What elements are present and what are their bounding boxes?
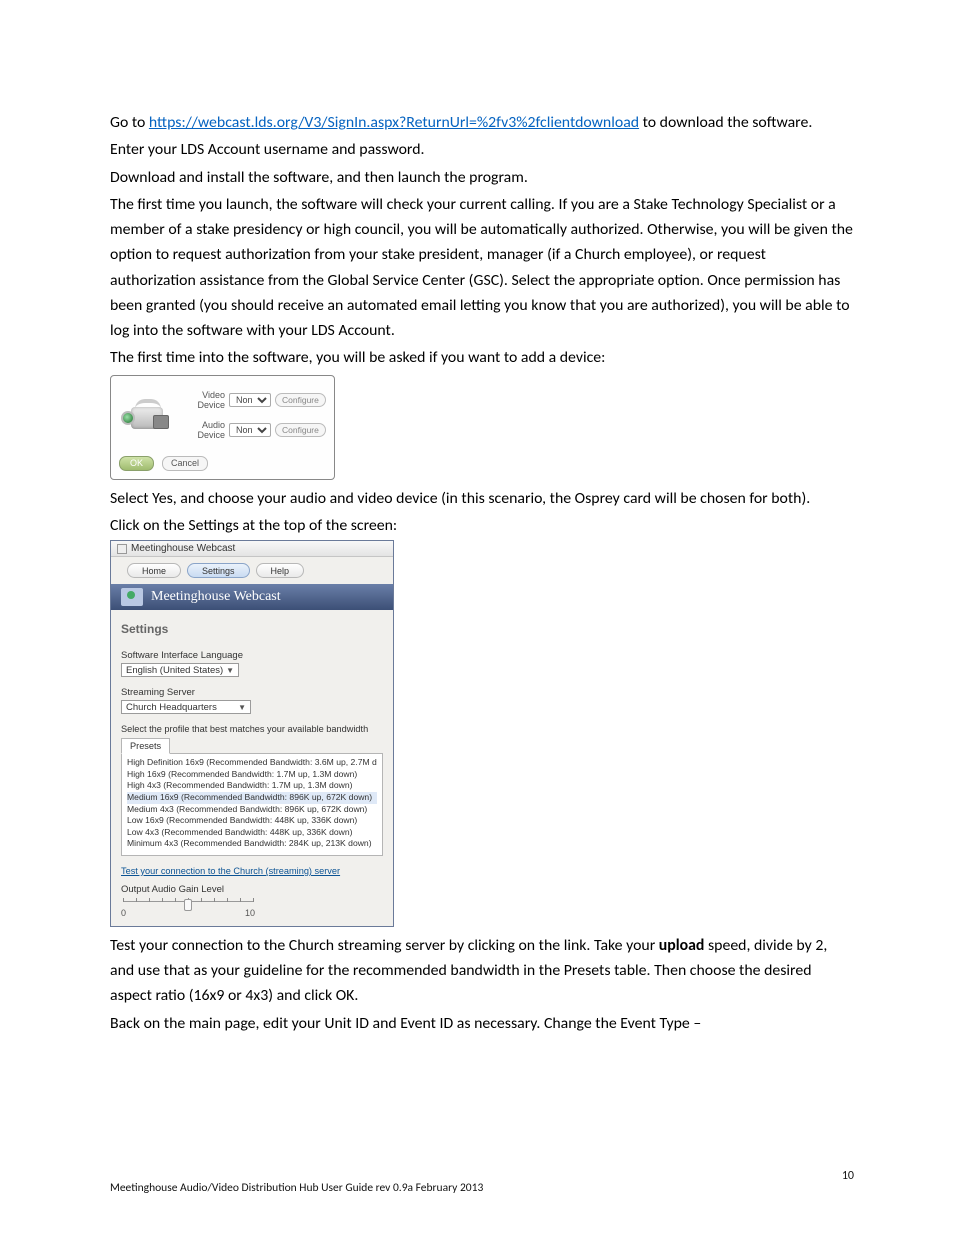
paragraph-1: Go to https://webcast.lds.org/V3/SignIn.… [110, 110, 854, 135]
video-configure-button[interactable]: Configure [275, 393, 326, 407]
language-select[interactable]: English (United States) ▼ [121, 663, 239, 677]
gain-slider[interactable] [123, 901, 253, 902]
video-device-label: Video Device [173, 390, 225, 410]
settings-heading: Settings [121, 622, 383, 636]
preset-option[interactable]: High Definition 16x9 (Recommended Bandwi… [127, 757, 377, 769]
language-value: English (United States) [126, 665, 223, 676]
p1-post: to download the software. [639, 113, 812, 132]
footer-text: Meetinghouse Audio/Video Distribution Hu… [110, 1181, 483, 1195]
camcorder-icon [117, 382, 171, 454]
tab-help[interactable]: Help [256, 563, 305, 578]
app-banner: Meetinghouse Webcast [111, 584, 393, 610]
server-label: Streaming Server [121, 687, 383, 698]
preset-option[interactable]: Minimum 4x3 (Recommended Bandwidth: 284K… [127, 838, 377, 850]
paragraph-6: Select Yes, and choose your audio and vi… [110, 486, 854, 511]
chevron-down-icon: ▼ [226, 666, 234, 675]
document-body: Go to https://webcast.lds.org/V3/SignIn.… [110, 110, 854, 371]
presets-list[interactable]: High Definition 16x9 (Recommended Bandwi… [121, 753, 383, 856]
paragraph-8: Test your connection to the Church strea… [110, 933, 854, 1009]
tab-settings[interactable]: Settings [187, 563, 250, 578]
settings-window: Meetinghouse Webcast Home Settings Help … [110, 540, 394, 927]
video-device-select[interactable]: None [229, 393, 271, 407]
p1-pre: Go to [110, 113, 149, 132]
download-link[interactable]: https://webcast.lds.org/V3/SignIn.aspx?R… [149, 113, 639, 132]
server-value: Church Headquarters [126, 702, 217, 713]
preset-option[interactable]: Medium 4x3 (Recommended Bandwidth: 896K … [127, 804, 377, 816]
paragraph-9: Back on the main page, edit your Unit ID… [110, 1011, 854, 1036]
test-connection-link[interactable]: Test your connection to the Church (stre… [121, 866, 340, 876]
preset-option[interactable]: High 4x3 (Recommended Bandwidth: 1.7M up… [127, 780, 377, 792]
window-titlebar: Meetinghouse Webcast [111, 541, 393, 557]
preset-option[interactable]: Low 4x3 (Recommended Bandwidth: 448K up,… [127, 827, 377, 839]
tab-home[interactable]: Home [127, 563, 181, 578]
paragraph-4: The first time you launch, the software … [110, 192, 854, 344]
gain-slider-thumb[interactable] [184, 899, 192, 911]
server-select[interactable]: Church Headquarters ▼ [121, 700, 251, 714]
profile-description: Select the profile that best matches you… [121, 724, 383, 734]
audio-device-label: Audio Device [173, 420, 225, 440]
banner-icon [121, 588, 143, 606]
language-label: Software Interface Language [121, 650, 383, 661]
gain-label: Output Audio Gain Level [121, 884, 383, 895]
cancel-button[interactable]: Cancel [162, 456, 208, 471]
document-body-2: Select Yes, and choose your audio and vi… [110, 486, 854, 539]
document-body-3: Test your connection to the Church strea… [110, 933, 854, 1036]
page-number: 10 [842, 1169, 854, 1183]
gain-min: 0 [121, 908, 126, 918]
paragraph-5: The first time into the software, you wi… [110, 345, 854, 370]
audio-configure-button[interactable]: Configure [275, 423, 326, 437]
paragraph-3: Download and install the software, and t… [110, 165, 854, 190]
p8-bold: upload [659, 936, 705, 955]
paragraph-7: Click on the Settings at the top of the … [110, 513, 854, 538]
paragraph-2: Enter your LDS Account username and pass… [110, 137, 854, 162]
chevron-down-icon: ▼ [238, 703, 246, 712]
preset-option[interactable]: High 16x9 (Recommended Bandwidth: 1.7M u… [127, 769, 377, 781]
app-icon [117, 544, 127, 554]
banner-title: Meetinghouse Webcast [151, 589, 281, 605]
preset-option[interactable]: Low 16x9 (Recommended Bandwidth: 448K up… [127, 815, 377, 827]
presets-tab[interactable]: Presets [121, 738, 170, 754]
ok-button[interactable]: OK [119, 456, 154, 471]
gain-max: 10 [245, 908, 255, 918]
audio-device-select[interactable]: None [229, 423, 271, 437]
page-footer: Meetinghouse Audio/Video Distribution Hu… [110, 1181, 854, 1195]
p8-pre: Test your connection to the Church strea… [110, 936, 659, 955]
preset-option[interactable]: Medium 16x9 (Recommended Bandwidth: 896K… [127, 792, 377, 804]
add-device-dialog: Video Device None Configure Audio Device… [110, 375, 335, 480]
window-title: Meetinghouse Webcast [131, 543, 235, 554]
